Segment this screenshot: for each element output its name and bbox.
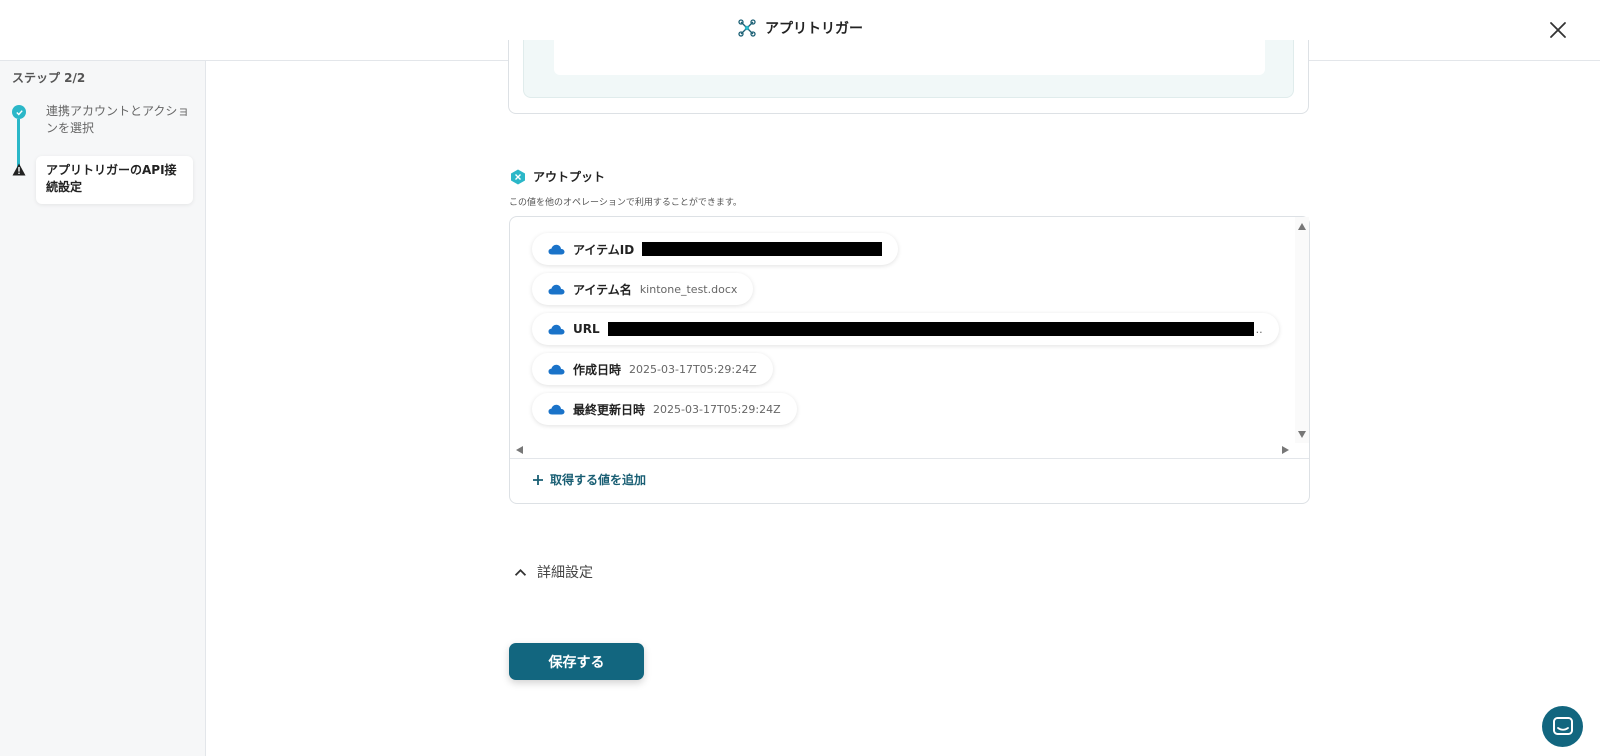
- check-icon: [12, 105, 26, 119]
- output-chip-modified[interactable]: 最終更新日時 2025-03-17T05:29:24Z: [532, 393, 797, 425]
- plus-icon: [533, 474, 543, 485]
- scroll-right-arrow-icon[interactable]: [1282, 446, 1289, 454]
- chat-support-button[interactable]: [1542, 706, 1583, 747]
- chip-value: kintone_test.docx: [639, 282, 738, 296]
- chip-value: 2025-03-17T05:29:24Z: [653, 402, 781, 416]
- previous-section-card: [508, 40, 1309, 114]
- previous-section-inner: [523, 40, 1294, 98]
- output-chip-created[interactable]: 作成日時 2025-03-17T05:29:24Z: [532, 353, 773, 385]
- chip-truncation: ..: [1255, 322, 1263, 336]
- chip-label: URL: [573, 322, 600, 336]
- redacted-value: [642, 242, 883, 256]
- output-chip-item-name[interactable]: アイテム名 kintone_test.docx: [532, 273, 754, 305]
- chat-icon: [1552, 716, 1573, 735]
- step-count: ステップ 2/2: [12, 71, 86, 85]
- onedrive-icon: [548, 404, 565, 414]
- chip-label: アイテムID: [573, 242, 635, 257]
- chevron-up-icon: [514, 568, 527, 576]
- modal-title: アプリトリガー: [0, 18, 1600, 38]
- previous-section-field: [554, 40, 1265, 75]
- add-output-value-button[interactable]: 取得する値を追加: [532, 471, 646, 488]
- app-trigger-icon: [738, 19, 756, 37]
- add-output-value-label: 取得する値を追加: [550, 473, 647, 487]
- detail-settings-label: 詳細設定: [537, 565, 593, 581]
- onedrive-icon: [548, 244, 565, 254]
- output-chip-url[interactable]: URL ..: [532, 313, 1279, 345]
- step-sidebar: ステップ 2/2 連携アカウントとアクションを選択 アプリトリガーのAPI接続設…: [0, 61, 206, 756]
- output-icon: [511, 169, 525, 184]
- scroll-down-arrow-icon[interactable]: [1298, 431, 1306, 438]
- output-heading-text: アウトプット: [533, 170, 606, 184]
- modal-title-text: アプリトリガー: [765, 21, 863, 37]
- output-subtitle: この値を他のオペレーションで利用することができます。: [509, 198, 742, 208]
- output-heading: アウトプット: [510, 168, 605, 185]
- chip-label: アイテム名: [573, 282, 632, 297]
- output-list-box: アイテムID アイテム名 kintone_test.docx URL .. 作成…: [509, 216, 1310, 504]
- vertical-scrollbar[interactable]: [1295, 217, 1309, 443]
- onedrive-icon: [548, 324, 565, 334]
- warning-icon: [12, 163, 26, 176]
- output-chip-item-id[interactable]: アイテムID: [532, 233, 899, 265]
- chip-label: 最終更新日時: [573, 402, 646, 417]
- redacted-value: [607, 322, 1254, 336]
- chip-value: 2025-03-17T05:29:24Z: [629, 362, 757, 376]
- chip-label: 作成日時: [573, 362, 622, 377]
- onedrive-icon: [548, 284, 565, 294]
- save-button[interactable]: 保存する: [509, 643, 644, 680]
- step-2-label[interactable]: アプリトリガーのAPI接続設定: [36, 156, 193, 204]
- onedrive-icon: [548, 364, 565, 374]
- scroll-left-arrow-icon[interactable]: [516, 446, 523, 454]
- detail-settings-toggle[interactable]: 詳細設定: [514, 562, 593, 582]
- output-scroll-area[interactable]: アイテムID アイテム名 kintone_test.docx URL .. 作成…: [510, 217, 1309, 459]
- scroll-up-arrow-icon[interactable]: [1298, 223, 1306, 230]
- close-icon[interactable]: [1546, 18, 1570, 42]
- step-1-label[interactable]: 連携アカウントとアクションを選択: [46, 103, 196, 137]
